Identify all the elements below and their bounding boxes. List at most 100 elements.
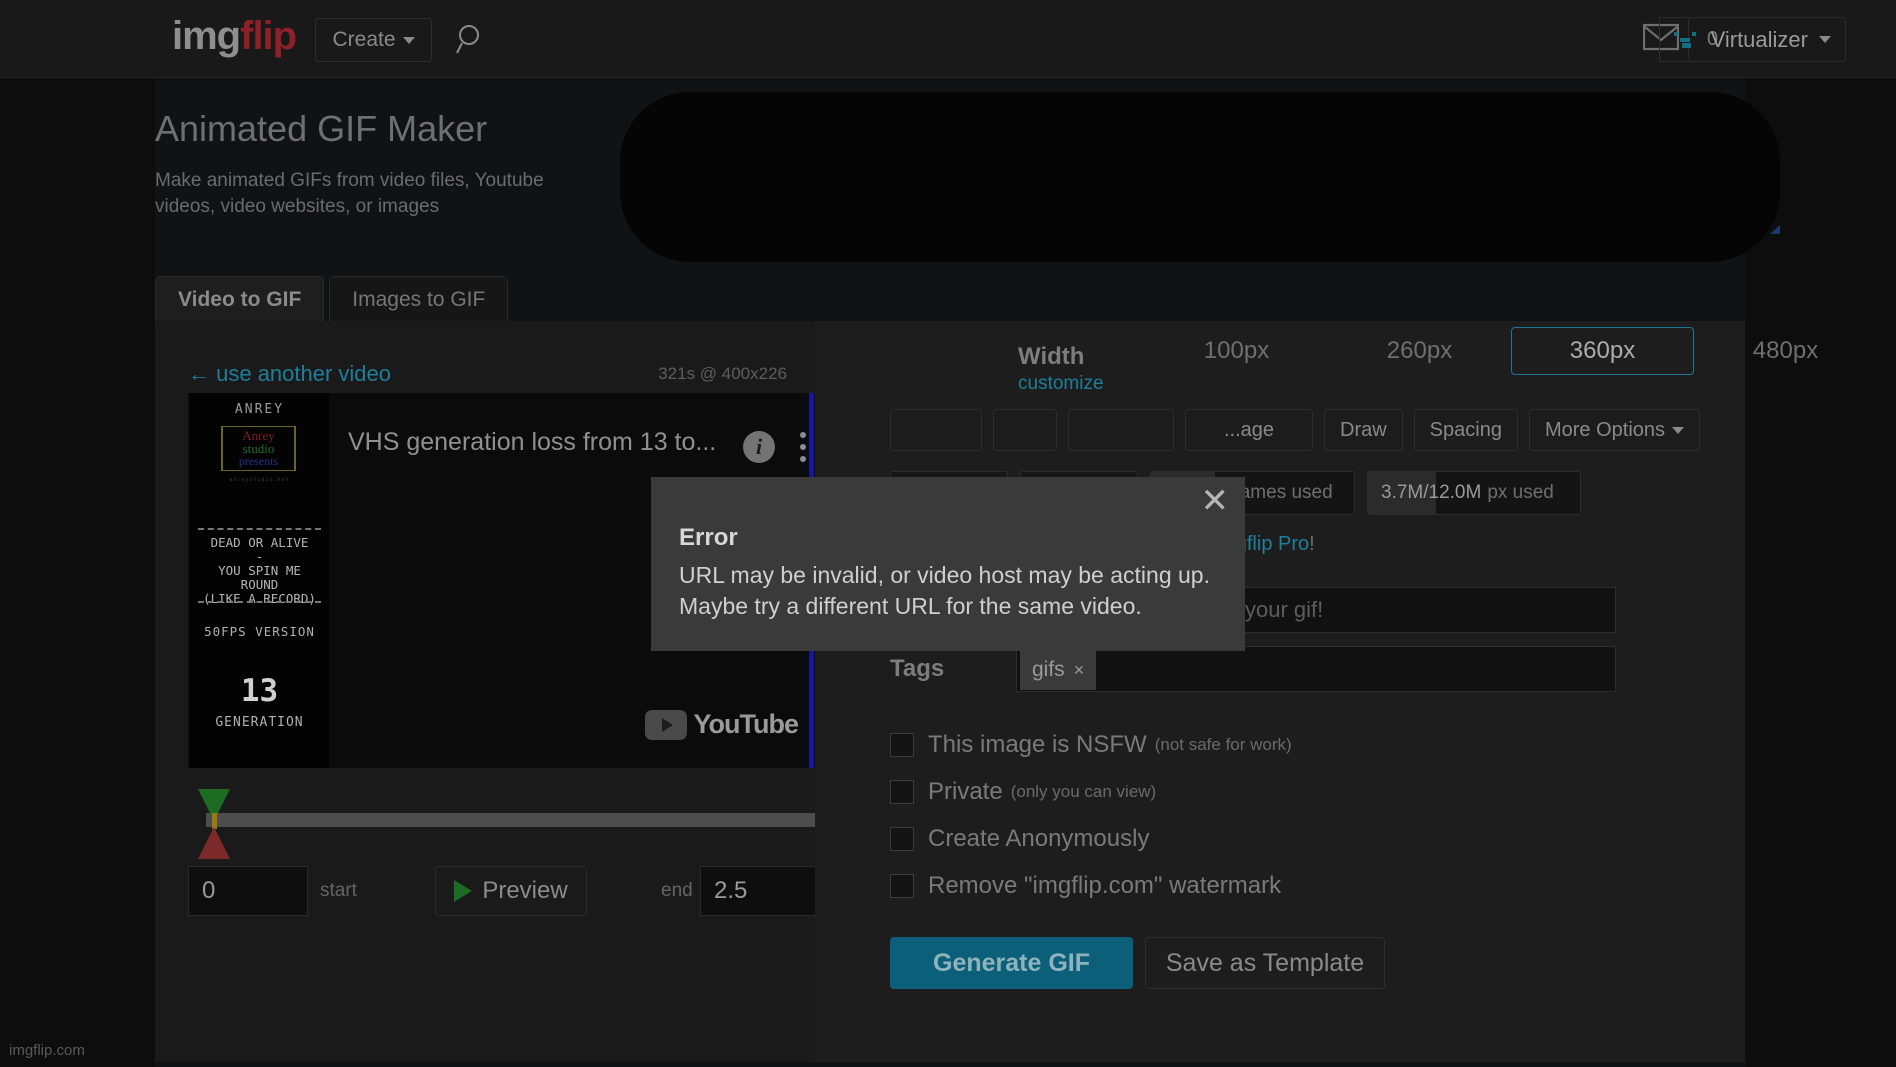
thumbnail-channel: ANREY bbox=[234, 402, 285, 417]
user-menu[interactable]: Virtualizer bbox=[1658, 17, 1846, 62]
logo-img-part: img bbox=[172, 14, 241, 58]
tag-chip-gifs[interactable]: gifs × bbox=[1020, 650, 1097, 690]
left-gutter bbox=[0, 78, 155, 1067]
video-title[interactable]: VHS generation loss from 13 to... bbox=[348, 428, 716, 457]
chevron-down-icon bbox=[1819, 36, 1831, 43]
pro-upsell-suffix: ! bbox=[1309, 533, 1315, 555]
width-options: 100px 260px 360px 480px bbox=[1145, 327, 1877, 375]
save-as-template-button[interactable]: Save as Template bbox=[1145, 937, 1385, 989]
youtube-logo: YouTube bbox=[644, 709, 799, 740]
video-thumbnail: ANREY Anrey studio presents anreystudio.… bbox=[190, 393, 329, 768]
page-root: imgflip Create 0 Virtualizer Animated GI… bbox=[0, 0, 1896, 1067]
start-time-input[interactable]: 0 bbox=[188, 866, 308, 916]
private-hint: (only you can view) bbox=[1010, 781, 1157, 801]
more-options-label: More Options bbox=[1544, 418, 1666, 441]
song-line-4: ROUND bbox=[240, 577, 279, 592]
thumbnail-fps-label: 50FPS VERSION bbox=[204, 624, 315, 639]
thumbnail-song-title: DEAD OR ALIVE - YOU SPIN ME ROUND (LIKE … bbox=[192, 536, 327, 606]
toolbar-draw-button[interactable]: Draw bbox=[1324, 409, 1403, 451]
tags-label: Tags bbox=[890, 655, 945, 682]
preview-button-label: Preview bbox=[482, 877, 568, 904]
checkbox-row-watermark[interactable]: Remove "imgflip.com" watermark bbox=[890, 862, 1292, 909]
chevron-down-icon bbox=[402, 36, 415, 44]
thumbnail-divider-bottom bbox=[198, 601, 321, 603]
gif-maker-panel: ← use another video 321s @ 400x226 ANREY… bbox=[155, 321, 1818, 1062]
page-title: Animated GIF Maker bbox=[155, 108, 488, 149]
end-time-label: end bbox=[661, 880, 693, 901]
info-icon[interactable]: i bbox=[743, 431, 775, 463]
width-option-480[interactable]: 480px bbox=[1694, 327, 1877, 375]
video-meta-label: 321s @ 400x226 bbox=[658, 364, 787, 383]
avatar bbox=[1673, 30, 1700, 50]
preview-button[interactable]: Preview bbox=[435, 866, 587, 916]
pixels-used-unit: px used bbox=[1487, 482, 1554, 503]
song-line-2: - bbox=[255, 549, 264, 564]
song-line-5: (LIKE A RECORD) bbox=[203, 591, 316, 606]
generate-gif-button[interactable]: Generate GIF bbox=[890, 937, 1133, 989]
more-vertical-icon[interactable] bbox=[800, 432, 806, 462]
error-dialog-message: URL may be invalid, or video host may be… bbox=[679, 562, 1210, 619]
play-icon bbox=[454, 880, 473, 902]
site-header: imgflip Create 0 Virtualizer bbox=[0, 0, 1896, 78]
thumbnail-divider-top bbox=[198, 528, 321, 530]
thumbnail-generation-label: GENERATION bbox=[215, 715, 304, 730]
width-customize-link[interactable]: customize bbox=[1018, 373, 1104, 395]
toolbar-button-2[interactable] bbox=[993, 409, 1057, 451]
width-option-260[interactable]: 260px bbox=[1328, 327, 1511, 375]
nsfw-checkbox[interactable] bbox=[890, 732, 914, 757]
watermark-label: Remove "imgflip.com" watermark bbox=[928, 871, 1282, 899]
toolbar-more-options-button[interactable]: More Options bbox=[1528, 409, 1701, 451]
chevron-down-icon bbox=[1672, 426, 1685, 434]
create-button-label: Create bbox=[332, 28, 396, 51]
end-time-input[interactable]: 2.5 bbox=[700, 866, 820, 916]
width-option-100[interactable]: 100px bbox=[1145, 327, 1328, 375]
timeline-controls: 0 start Preview end 2.5 bbox=[188, 866, 820, 916]
toolbar-button-3[interactable] bbox=[1068, 409, 1174, 451]
checkbox-row-anonymous[interactable]: Create Anonymously bbox=[890, 815, 1292, 862]
toolbar-spacing-button[interactable]: Spacing bbox=[1413, 409, 1518, 451]
action-buttons: Generate GIF Save as Template bbox=[890, 937, 1385, 989]
anonymous-checkbox[interactable] bbox=[890, 826, 914, 851]
studio-logo-line3: presents bbox=[238, 454, 279, 468]
studio-logo-sub: anreystudio.net bbox=[229, 477, 290, 483]
toolbar-add-image-button[interactable]: ...age bbox=[1185, 409, 1313, 451]
watermark-checkbox[interactable] bbox=[890, 873, 914, 898]
width-label: Width bbox=[1018, 343, 1085, 370]
thumbnail-studio-logo: Anrey studio presents bbox=[221, 426, 296, 471]
video-timeline[interactable] bbox=[188, 789, 820, 859]
pixels-used-value: 3.7M/12.0M bbox=[1381, 482, 1482, 503]
logo-flip-part: flip bbox=[240, 14, 297, 58]
checkbox-row-nsfw[interactable]: This image is NSFW (not safe for work) bbox=[890, 721, 1292, 768]
use-another-video-link[interactable]: ← use another video bbox=[188, 361, 391, 387]
close-icon[interactable]: × bbox=[1074, 660, 1085, 681]
song-line-3: YOU SPIN ME bbox=[218, 563, 301, 578]
search-icon[interactable] bbox=[455, 22, 489, 56]
option-checkboxes: This image is NSFW (not safe for work) P… bbox=[890, 721, 1292, 909]
page-subtitle: Make animated GIFs from video files, You… bbox=[155, 170, 544, 218]
start-time-label: start bbox=[320, 880, 357, 901]
options-column: Width customize 100px 260px 360px 480px … bbox=[815, 321, 1818, 1062]
imgflip-logo[interactable]: imgflip bbox=[172, 14, 297, 59]
site-watermark: imgflip.com bbox=[9, 1042, 85, 1059]
close-icon[interactable]: ✕ bbox=[1201, 484, 1230, 518]
tab-video-to-gif[interactable]: Video to GIF bbox=[155, 276, 325, 322]
nsfw-hint: (not safe for work) bbox=[1154, 734, 1292, 754]
private-checkbox[interactable] bbox=[890, 779, 914, 804]
tags-input[interactable]: gifs × bbox=[1016, 646, 1616, 692]
toolbar-button-1[interactable] bbox=[890, 409, 982, 451]
anonymous-label: Create Anonymously bbox=[928, 824, 1150, 852]
error-dialog: ✕ Error URL may be invalid, or video hos… bbox=[651, 477, 1245, 651]
timeline-track[interactable] bbox=[206, 813, 820, 827]
pixels-used-meter: 3.7M/12.0M px used bbox=[1367, 471, 1581, 515]
create-button[interactable]: Create bbox=[315, 18, 432, 62]
youtube-wordmark: YouTube bbox=[693, 709, 799, 739]
width-option-360[interactable]: 360px bbox=[1511, 327, 1694, 375]
username-label: Virtualizer bbox=[1710, 26, 1808, 52]
tab-images-to-gif[interactable]: Images to GIF bbox=[329, 276, 509, 322]
timeline-end-handle[interactable] bbox=[198, 827, 230, 859]
private-label: Private bbox=[928, 777, 1003, 805]
error-dialog-title: Error bbox=[679, 524, 738, 551]
editor-toolbar: ...age Draw Spacing More Options bbox=[890, 409, 1701, 451]
checkbox-row-private[interactable]: Private (only you can view) bbox=[890, 768, 1292, 815]
thumbnail-generation-number: 13 bbox=[240, 673, 279, 709]
